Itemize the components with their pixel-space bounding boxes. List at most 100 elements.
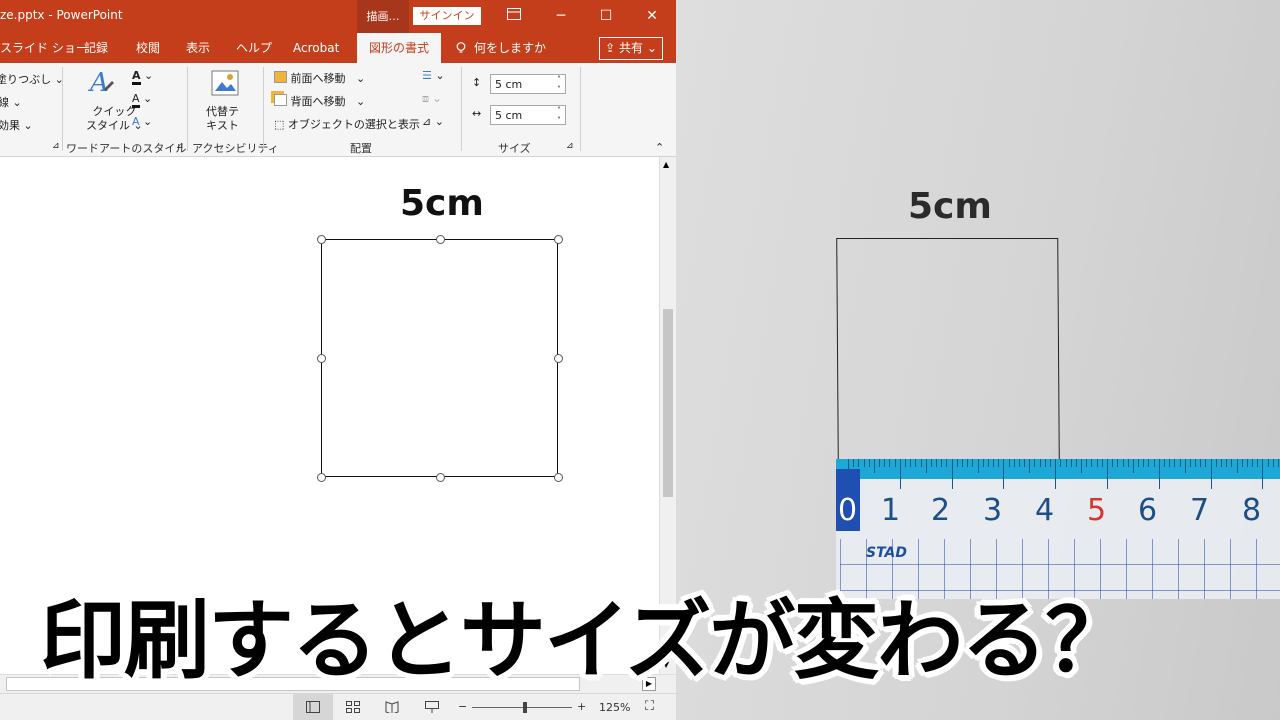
ruler-tick [1252,459,1254,467]
scroll-up-icon[interactable]: ▲ [663,160,669,169]
dialog-launcher-icon[interactable]: ⊿ [176,141,184,151]
slideshow-icon[interactable] [425,701,439,713]
selection-pane-button[interactable]: ⬚ オブジェクトの選択と表示 [274,116,420,132]
width-icon: ↔ [472,107,482,120]
ruler-tick [977,459,979,473]
rotate-icon[interactable]: ⊿ ⌄ [422,115,444,128]
ribbon-display-icon[interactable] [500,6,528,26]
ruler-tick [1158,459,1160,489]
ruler-tick [863,459,865,467]
ruler-tick [1277,459,1279,467]
resize-handle[interactable] [317,354,326,363]
minimize-button[interactable]: ─ [547,6,575,26]
ruler-number-highlight: 5 [1087,493,1107,528]
selected-square-shape[interactable] [321,239,558,477]
resize-handle[interactable] [317,235,326,244]
svg-text:A: A [88,68,109,97]
zoom-in-button[interactable]: + [577,700,586,713]
send-backward-button[interactable]: 背面へ移動 ⌄ [274,93,365,109]
zoom-out-button[interactable]: − [458,700,467,713]
collapse-ribbon-icon[interactable]: ⌃ [655,141,664,154]
slide-title-text[interactable]: 5cm [400,183,484,224]
wordart-group-label: ワードアートのスタイル [66,142,187,155]
resize-handle[interactable] [436,473,445,482]
zoom-slider[interactable] [472,707,572,708]
ruler-tick [1241,459,1243,467]
resize-handle[interactable] [317,473,326,482]
ruler-tick [1163,459,1165,467]
close-button[interactable]: ✕ [638,6,666,26]
quick-style-icon[interactable]: A [88,67,116,100]
ruler-tick [930,459,932,467]
ruler-tick [1091,459,1093,467]
dialog-launcher-icon[interactable]: ⊿ [52,141,60,151]
tell-me-search[interactable]: 何をしますか [456,33,546,63]
ruler-tick [899,459,901,489]
text-fill-icon[interactable]: A ⌄ [132,69,153,85]
ruler-number: 7 [1190,493,1210,528]
ruler-tick [1029,459,1031,473]
ruler-number: 6 [1138,493,1158,528]
alt-text-button[interactable]: 代替テ キスト [206,105,239,133]
drawing-context-tab[interactable]: 描画… [357,0,409,33]
ruler-tick [967,459,969,467]
ruler-tick [998,459,1000,467]
shape-outline-button[interactable]: 線 ⌄ [0,94,22,110]
ruler-tick [1138,459,1140,467]
ruler-tick [1039,459,1041,467]
text-effects-icon[interactable]: A ⌄ [132,115,152,128]
ruler-tick [1096,459,1098,467]
resize-handle[interactable] [436,235,445,244]
ruler-tick [1081,459,1083,473]
resize-handle[interactable] [554,354,563,363]
tab-help[interactable]: ヘルプ [236,33,272,63]
share-button[interactable]: ⇪ 共有 ⌄ [599,37,663,60]
zoom-slider-thumb[interactable] [523,702,527,713]
resize-handle[interactable] [554,473,563,482]
tab-shape-format[interactable]: 図形の書式 [357,33,442,63]
shape-effects-button[interactable]: 効果 ⌄ [0,117,33,133]
ruler-tick [873,459,875,473]
fit-to-window-icon[interactable]: ⛶ [645,699,654,714]
tab-slideshow[interactable]: スライド ショー [0,33,88,63]
maximize-button[interactable]: ☐ [592,6,620,26]
ruler-tick [1205,459,1207,467]
vertical-scroll-thumb[interactable] [663,309,673,497]
zoom-level[interactable]: 125% [599,701,630,714]
ruler-tick [1086,459,1088,467]
reading-view-icon[interactable] [385,701,399,713]
bring-forward-button[interactable]: 前面へ移動 ⌄ [274,70,365,86]
ruler-tick [1148,459,1150,467]
resize-handle[interactable] [554,235,563,244]
bring-forward-icon [274,71,287,83]
ruler-number: 0 [838,493,858,528]
shape-fill-button[interactable]: 塗りつぶし ⌄ [0,71,64,87]
text-outline-icon[interactable]: A ⌄ [132,92,152,108]
send-backward-icon [274,94,287,106]
tab-acrobat[interactable]: Acrobat [293,33,339,63]
width-input[interactable]: 5 cm ˄ ˅ [490,105,566,125]
ruler-tick [1055,459,1057,489]
alt-text-icon[interactable] [210,69,240,102]
tab-record[interactable]: 記録 [84,33,108,63]
status-bar: − + 125% ⛶ [0,693,676,720]
height-input[interactable]: 5 cm ˄ ˅ [490,74,566,94]
align-icon[interactable]: ☰ ⌄ [422,69,445,82]
ruler-tick [1184,459,1186,473]
share-icon: ⇪ [605,41,616,55]
dialog-launcher-icon[interactable]: ⊿ [566,141,574,151]
tab-review[interactable]: 校閲 [136,33,160,63]
chevron-down-icon: ⌄ [646,41,657,55]
normal-view-button[interactable] [293,694,333,720]
group-icon[interactable]: ⧈ ⌄ [422,92,442,106]
ruler-tick [884,459,886,467]
ribbon-panel: 塗りつぶし ⌄ 線 ⌄ 効果 ⌄ ⊿ A クイック スタイル ⌄ A ⌄ A ⌄… [0,63,676,157]
signin-button[interactable]: サインイン [413,7,481,25]
ruler-tick [1200,459,1202,467]
ruler-tick [915,459,917,467]
ruler-tick [925,459,927,473]
ruler-tick [1112,459,1114,467]
tab-view[interactable]: 表示 [186,33,210,63]
slide-sorter-icon[interactable] [346,701,360,713]
ruler-scale-strip [836,459,1280,479]
